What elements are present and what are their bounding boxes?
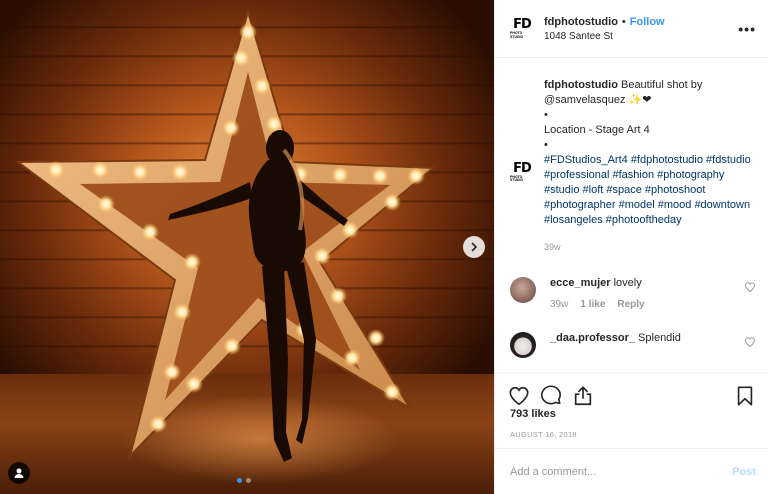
caption-username-link[interactable]: fdphotostudio [544,79,618,91]
caption-line-2: @samvelasquez ✨❤ [544,93,756,108]
logo-subtext: PHOTO STUDIO [510,31,524,39]
bookmark-icon[interactable] [734,385,756,407]
logo-text: FD [513,17,532,32]
caption-hashtags[interactable]: #FDStudios_Art4 #fdphotostudio #fdstudio… [544,153,756,228]
post-date[interactable]: AUGUST 16, 2018 [510,430,577,439]
follow-button[interactable]: Follow [630,16,665,28]
comments-section[interactable]: FD PHOTO STUDIO fdphotostudio Beautiful … [495,78,768,368]
header-line: fdphotostudio • Follow [544,16,738,28]
commenter-username-link[interactable]: ecce_mujer [550,277,611,289]
chevron-right-icon [471,242,478,252]
location-link[interactable]: 1048 Santee St [544,31,738,42]
logo-subtext: PHOTO STUDIO [510,174,524,182]
caption-mention-link[interactable]: @samvelasquez [544,94,625,106]
caption: FD PHOTO STUDIO fdphotostudio Beautiful … [510,78,756,255]
instagram-post: FD PHOTO STUDIO fdphotostudio • Follow 1… [0,0,768,494]
model-silhouette [168,130,348,462]
caption-avatar-logo[interactable]: FD PHOTO STUDIO [510,160,534,184]
caption-bullet: • [544,139,548,151]
comment-reply-button[interactable]: Reply [617,299,644,310]
comment-like-heart-icon[interactable] [744,336,756,348]
comment-meta: 39w 1 like Reply [550,299,744,310]
comment-icon[interactable] [540,384,562,407]
caption-body: fdphotostudio Beautiful shot by @samvela… [544,78,756,255]
comment-item: ecce_mujer lovely 39w 1 like Reply [510,277,756,310]
carousel-dot [246,478,251,483]
commenter-avatar[interactable] [510,332,536,358]
comment-body: ecce_mujer lovely 39w 1 like Reply [550,277,744,310]
comment-item: _daa.professor_ Splendid [510,332,756,358]
header-separator: • [621,15,626,28]
user-tag-icon [14,468,24,478]
tagged-users-button[interactable] [8,462,30,484]
likes-count-link[interactable]: 793 likes [510,408,556,420]
comment-like-heart-icon[interactable] [744,281,756,293]
post-comment-button[interactable]: Post [732,466,756,478]
comment-text: Splendid [638,332,681,344]
caption-emoji: ✨❤ [628,94,652,106]
post-photo[interactable] [0,0,494,494]
post-actions [495,372,768,410]
add-comment-bar: Post [495,448,768,494]
caption-timestamp[interactable]: 39w [544,240,756,255]
carousel-indicator [237,478,251,483]
comment-likes-link[interactable]: 1 like [580,299,605,310]
post-sidebar: FD PHOTO STUDIO fdphotostudio • Follow 1… [494,0,768,494]
commenter-avatar[interactable] [510,277,536,303]
commenter-username-link[interactable]: _daa.professor_ [550,332,635,344]
comment-body: _daa.professor_ Splendid [550,332,744,344]
caption-location-line: Location - Stage Art 4 [544,124,650,136]
post-header: FD PHOTO STUDIO fdphotostudio • Follow 1… [495,0,768,58]
comment-time[interactable]: 39w [550,299,568,310]
caption-text: Beautiful shot by [620,79,703,91]
caption-bullet: • [544,109,548,121]
carousel-dot-active [237,478,242,483]
share-icon[interactable] [572,385,594,407]
caption-line-1: fdphotostudio Beautiful shot by [544,78,756,93]
header-username-link[interactable]: fdphotostudio [544,16,618,28]
profile-avatar-logo[interactable]: FD PHOTO STUDIO [510,17,534,41]
add-comment-input[interactable] [510,465,733,478]
heart-icon[interactable] [508,385,530,407]
header-meta: fdphotostudio • Follow 1048 Santee St [544,16,738,42]
carousel-next-button[interactable] [463,236,485,258]
comment-text: lovely [613,277,642,289]
more-options-icon[interactable]: ••• [738,21,756,37]
logo-text: FD [513,160,532,176]
